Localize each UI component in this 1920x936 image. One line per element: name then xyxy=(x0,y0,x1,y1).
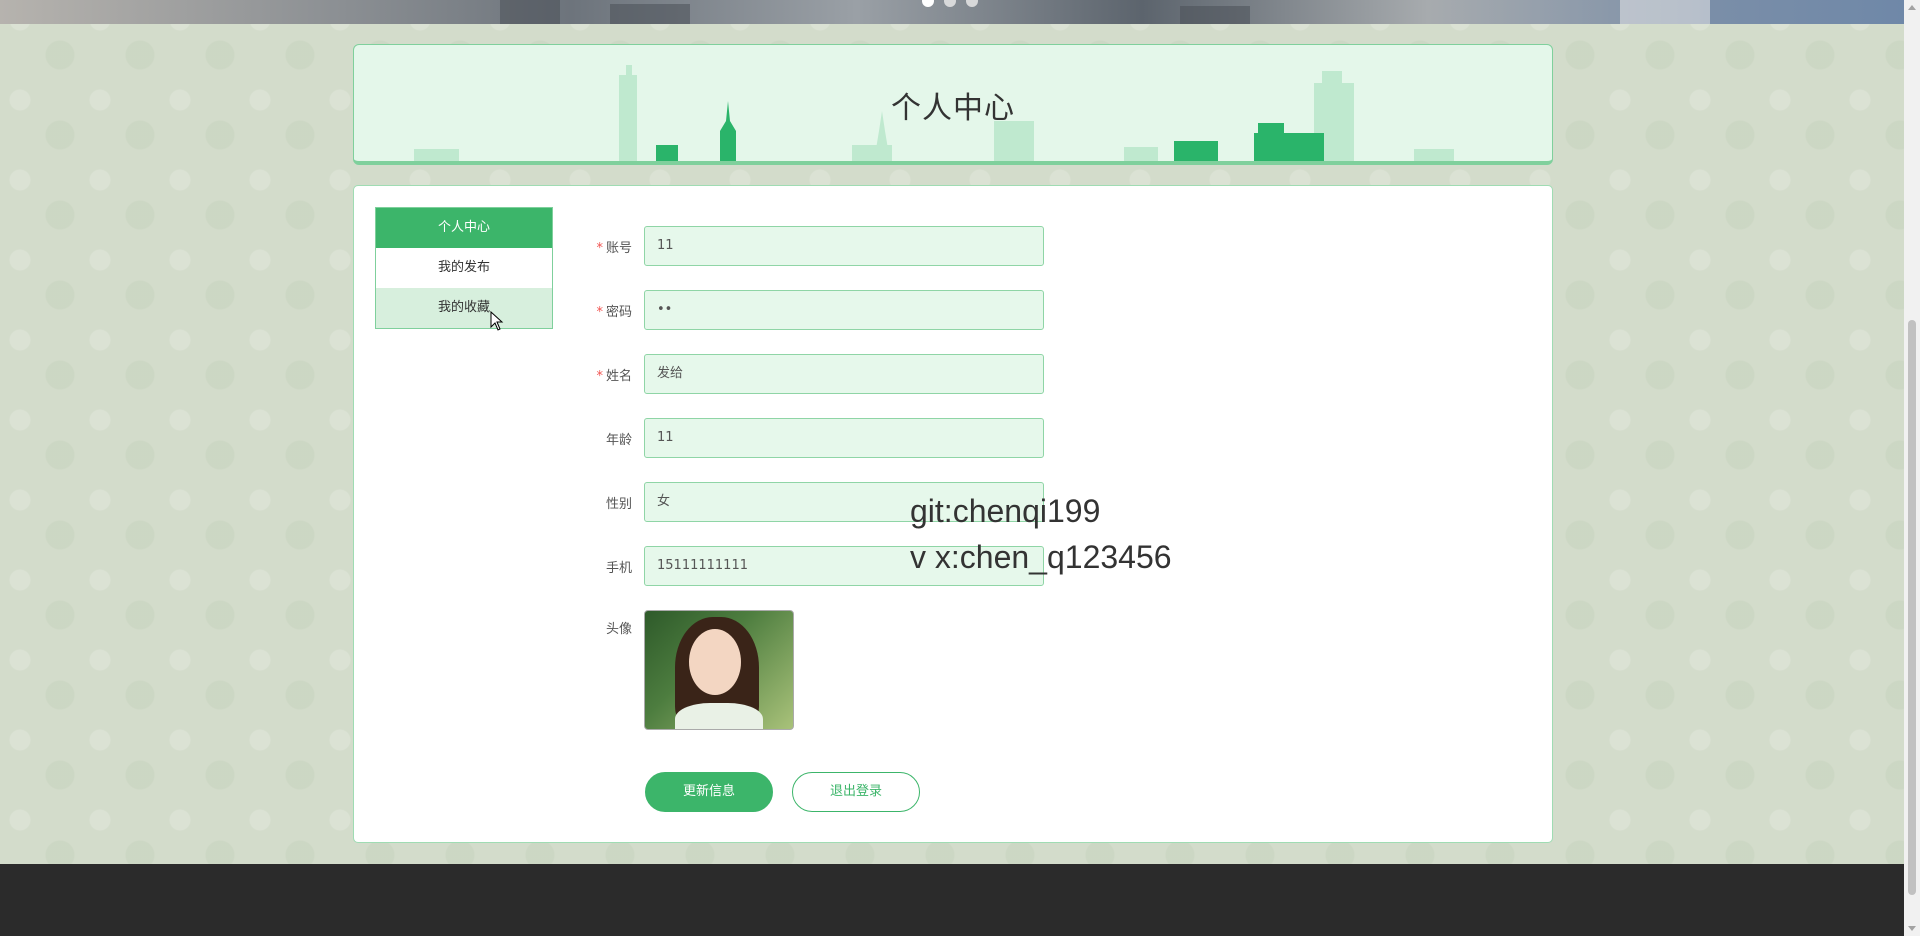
sidebar-item-my-posts[interactable]: 我的发布 xyxy=(376,248,552,288)
name-field[interactable]: 发给 xyxy=(644,354,1044,394)
field-label: 手机 xyxy=(605,560,632,576)
mouse-cursor-icon xyxy=(490,311,504,331)
banner-building xyxy=(610,4,690,24)
required-mark: * xyxy=(596,240,603,256)
sidebar-item-personal-center[interactable]: 个人中心 xyxy=(376,208,552,248)
field-label: 性别 xyxy=(605,496,632,512)
carousel-dot[interactable] xyxy=(944,0,956,7)
carousel-dots xyxy=(922,0,978,7)
avatar-shoulder xyxy=(675,703,763,729)
field-label: 头像 xyxy=(605,622,632,637)
banner-building xyxy=(500,0,560,24)
account-field[interactable]: 11 xyxy=(644,226,1044,266)
form-row-avatar: 头像 xyxy=(544,610,794,730)
required-mark: * xyxy=(596,368,603,384)
sidebar-menu: 个人中心 我的发布 我的收藏 xyxy=(375,207,553,329)
password-field[interactable]: •• xyxy=(644,290,1044,330)
page-title-panel: 个人中心 xyxy=(353,44,1553,165)
form-row-age: 年龄 11 xyxy=(544,418,1044,458)
banner-building xyxy=(1180,6,1250,24)
logout-button[interactable]: 退出登录 xyxy=(792,772,920,812)
field-label: * 密码 xyxy=(596,304,632,320)
form-row-account: * 账号 11 xyxy=(544,226,1044,266)
sidebar-item-my-favorites[interactable]: 我的收藏 xyxy=(376,288,552,328)
watermark-line: v x:chen_q123456 xyxy=(910,539,1172,575)
carousel-dot[interactable] xyxy=(966,0,978,7)
form-row-name: * 姓名 发给 xyxy=(544,354,1044,394)
banner-carousel xyxy=(0,0,1904,24)
field-label: 年龄 xyxy=(605,432,632,448)
field-label: * 姓名 xyxy=(596,368,632,384)
avatar-upload[interactable] xyxy=(644,610,794,730)
scrollbar[interactable] xyxy=(1904,0,1920,936)
watermark-line: git:chenqi199 xyxy=(910,493,1101,529)
form-row-password: * 密码 •• xyxy=(544,290,1044,330)
scroll-up-icon[interactable] xyxy=(1908,5,1916,10)
page-title: 个人中心 xyxy=(891,91,1015,126)
banner-building xyxy=(1620,0,1710,24)
update-info-button[interactable]: 更新信息 xyxy=(645,772,773,812)
age-field[interactable]: 11 xyxy=(644,418,1044,458)
field-label: * 账号 xyxy=(596,240,632,256)
watermark-text: git:chenqi199 v x:chen_q123456 xyxy=(910,488,1172,580)
carousel-dot[interactable] xyxy=(922,0,934,7)
avatar-face xyxy=(689,629,741,695)
footer xyxy=(0,864,1904,936)
required-mark: * xyxy=(596,304,603,320)
scroll-thumb[interactable] xyxy=(1908,320,1916,895)
scroll-down-icon[interactable] xyxy=(1908,926,1916,931)
